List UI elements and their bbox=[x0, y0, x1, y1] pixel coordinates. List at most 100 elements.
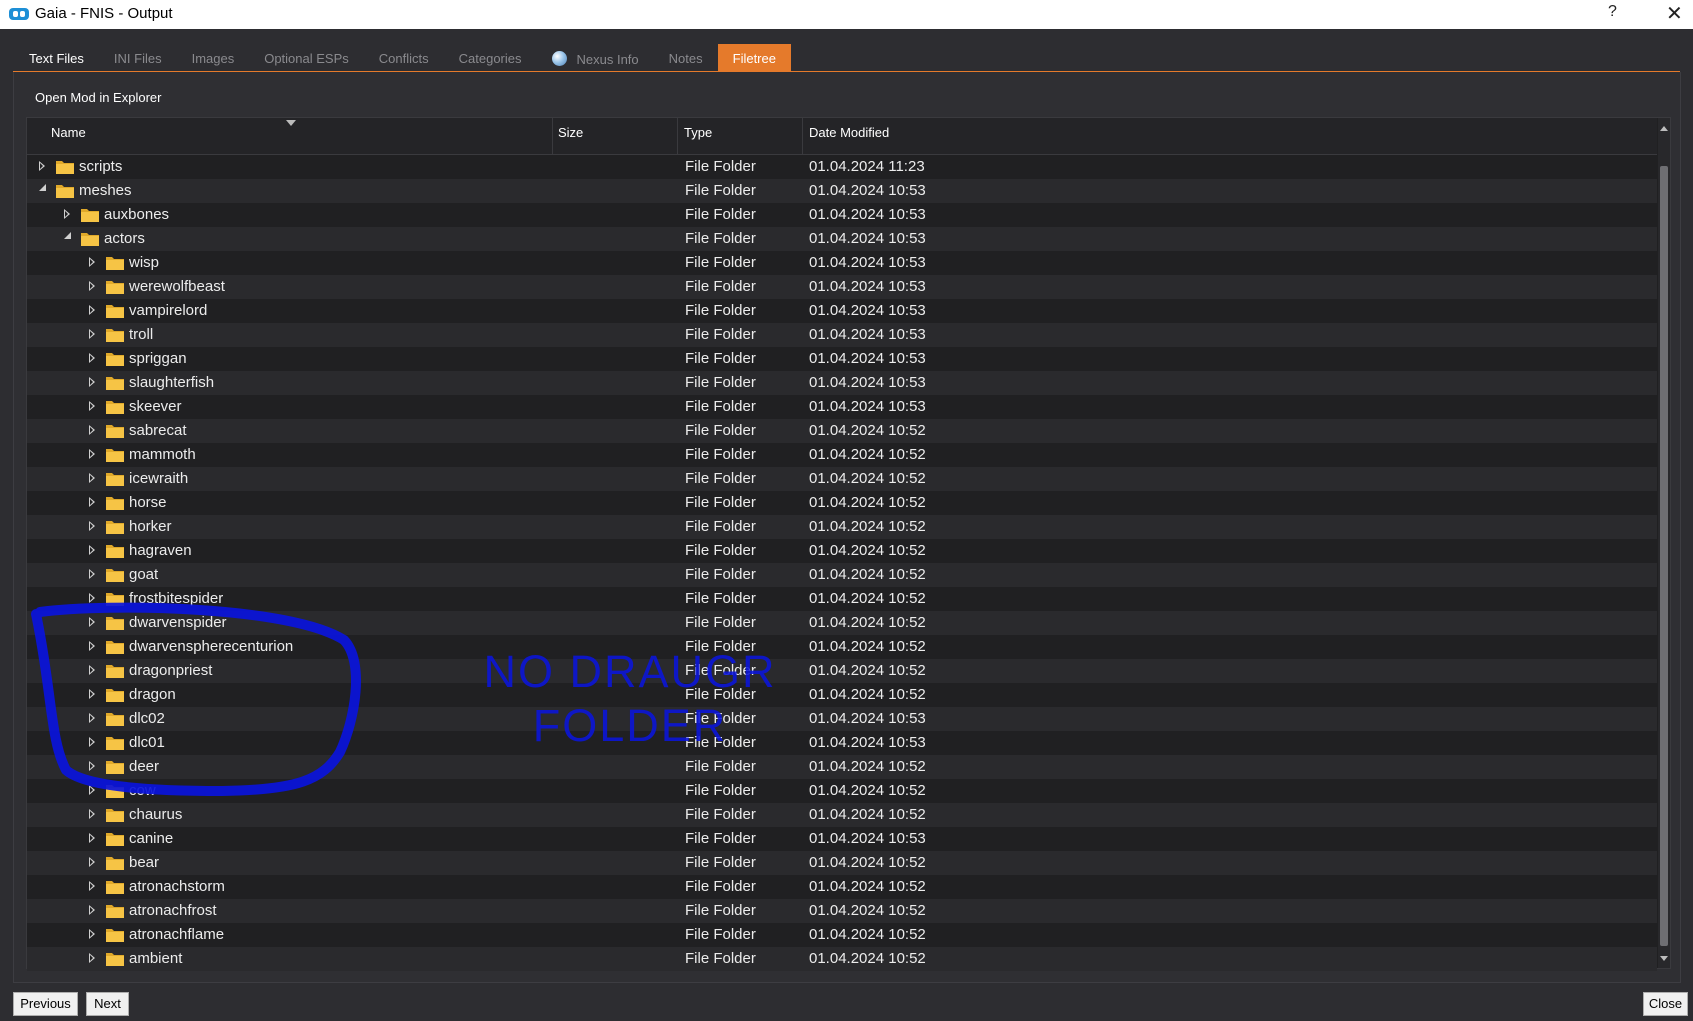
tree-row[interactable]: goat File Folder 01.04.2024 10:52 bbox=[27, 563, 1657, 587]
tree-row[interactable]: wisp File Folder 01.04.2024 10:53 bbox=[27, 251, 1657, 275]
open-mod-in-explorer-button[interactable]: Open Mod in Explorer bbox=[35, 90, 161, 105]
tree-row[interactable]: dwarvenspherecenturion File Folder 01.04.2… bbox=[27, 635, 1657, 659]
column-date-header[interactable]: Date Modified bbox=[803, 118, 1657, 154]
tree-row[interactable]: dragon File Folder 01.04.2024 10:52 bbox=[27, 683, 1657, 707]
expand-arrow-icon[interactable] bbox=[89, 353, 95, 363]
collapse-arrow-icon[interactable] bbox=[64, 232, 72, 240]
tree-row[interactable]: sabrecat File Folder 01.04.2024 10:52 bbox=[27, 419, 1657, 443]
expand-arrow-icon[interactable] bbox=[89, 833, 95, 843]
expand-arrow-icon[interactable] bbox=[89, 569, 95, 579]
next-button[interactable]: Next bbox=[86, 992, 129, 1016]
tree-row[interactable]: vampirelord File Folder 01.04.2024 10:53 bbox=[27, 299, 1657, 323]
close-button[interactable]: Close bbox=[1643, 992, 1688, 1016]
expand-arrow-icon[interactable] bbox=[89, 473, 95, 483]
expand-arrow-icon[interactable] bbox=[89, 497, 95, 507]
help-button[interactable]: ? bbox=[1608, 3, 1617, 21]
expand-arrow-icon[interactable] bbox=[89, 305, 95, 315]
tree-row[interactable]: atronachflame File Folder 01.04.2024 10:52 bbox=[27, 923, 1657, 947]
column-size-header[interactable]: Size bbox=[552, 118, 678, 154]
expand-arrow-icon[interactable] bbox=[89, 257, 95, 267]
tree-row[interactable]: troll File Folder 01.04.2024 10:53 bbox=[27, 323, 1657, 347]
tree-row[interactable]: spriggan File Folder 01.04.2024 10:53 bbox=[27, 347, 1657, 371]
tree-row[interactable]: atronachfrost File Folder 01.04.2024 10:52 bbox=[27, 899, 1657, 923]
row-date: 01.04.2024 10:52 bbox=[809, 590, 926, 607]
expand-arrow-icon[interactable] bbox=[89, 425, 95, 435]
row-name: ambient bbox=[129, 950, 183, 967]
expand-arrow-icon[interactable] bbox=[89, 785, 95, 795]
tree-row[interactable]: werewolfbeast File Folder 01.04.2024 10:53 bbox=[27, 275, 1657, 299]
expand-arrow-icon[interactable] bbox=[89, 713, 95, 723]
expand-arrow-icon[interactable] bbox=[89, 641, 95, 651]
expand-arrow-icon[interactable] bbox=[89, 281, 95, 291]
expand-arrow-icon[interactable] bbox=[89, 761, 95, 771]
expand-arrow-icon[interactable] bbox=[89, 929, 95, 939]
expand-arrow-icon[interactable] bbox=[89, 617, 95, 627]
column-type-header[interactable]: Type bbox=[678, 118, 803, 154]
tree-row[interactable]: icewraith File Folder 01.04.2024 10:52 bbox=[27, 467, 1657, 491]
tree-row[interactable]: dlc01 File Folder 01.04.2024 10:53 bbox=[27, 731, 1657, 755]
tree-row[interactable]: skeever File Folder 01.04.2024 10:53 bbox=[27, 395, 1657, 419]
expand-arrow-icon[interactable] bbox=[89, 905, 95, 915]
tree-row[interactable]: chaurus File Folder 01.04.2024 10:52 bbox=[27, 803, 1657, 827]
expand-arrow-icon[interactable] bbox=[89, 857, 95, 867]
expand-arrow-icon[interactable] bbox=[89, 593, 95, 603]
expand-arrow-icon[interactable] bbox=[89, 689, 95, 699]
tab-optional-esps[interactable]: Optional ESPs bbox=[249, 44, 364, 72]
scroll-thumb[interactable] bbox=[1660, 166, 1668, 946]
tree-row[interactable]: ambient File Folder 01.04.2024 10:52 bbox=[27, 947, 1657, 971]
tree-row[interactable]: actors File Folder 01.04.2024 10:53 bbox=[27, 227, 1657, 251]
tree-row[interactable]: mammoth File Folder 01.04.2024 10:52 bbox=[27, 443, 1657, 467]
row-type: File Folder bbox=[685, 638, 756, 655]
expand-arrow-icon[interactable] bbox=[89, 953, 95, 963]
row-type: File Folder bbox=[685, 614, 756, 631]
expand-arrow-icon[interactable] bbox=[89, 521, 95, 531]
tree-row[interactable]: auxbones File Folder 01.04.2024 10:53 bbox=[27, 203, 1657, 227]
tree-row[interactable]: dwarvenspider File Folder 01.04.2024 10:52 bbox=[27, 611, 1657, 635]
tree-row[interactable]: dragonpriest File Folder 01.04.2024 10:52 bbox=[27, 659, 1657, 683]
tree-row[interactable]: scripts File Folder 01.04.2024 11:23 bbox=[27, 155, 1657, 179]
tree-row[interactable]: horker File Folder 01.04.2024 10:52 bbox=[27, 515, 1657, 539]
column-name-header[interactable]: Name bbox=[27, 118, 553, 154]
tab-filetree[interactable]: Filetree bbox=[717, 44, 791, 72]
vertical-scrollbar[interactable] bbox=[1658, 118, 1670, 968]
tab-conflicts[interactable]: Conflicts bbox=[364, 44, 444, 72]
expand-arrow-icon[interactable] bbox=[89, 881, 95, 891]
expand-arrow-icon[interactable] bbox=[89, 401, 95, 411]
tab-nexus-info[interactable]: Nexus Info bbox=[537, 44, 654, 72]
expand-arrow-icon[interactable] bbox=[89, 329, 95, 339]
tree-row[interactable]: horse File Folder 01.04.2024 10:52 bbox=[27, 491, 1657, 515]
expand-arrow-icon[interactable] bbox=[89, 377, 95, 387]
tree-row[interactable]: atronachstorm File Folder 01.04.2024 10:52 bbox=[27, 875, 1657, 899]
expand-arrow-icon[interactable] bbox=[89, 737, 95, 747]
scroll-up-icon[interactable] bbox=[1660, 126, 1668, 131]
tab-categories[interactable]: Categories bbox=[444, 44, 537, 72]
file-tree-view[interactable]: Name Size Type Date Modified scripts File… bbox=[26, 117, 1671, 971]
scroll-down-icon[interactable] bbox=[1660, 956, 1668, 961]
tree-row[interactable]: canine File Folder 01.04.2024 10:53 bbox=[27, 827, 1657, 851]
close-window-icon[interactable]: ✕ bbox=[1666, 1, 1683, 26]
folder-icon bbox=[106, 881, 124, 894]
tree-row[interactable]: slaughterfish File Folder 01.04.2024 10:53 bbox=[27, 371, 1657, 395]
tab-images[interactable]: Images bbox=[177, 44, 250, 72]
tree-row[interactable]: bear File Folder 01.04.2024 10:52 bbox=[27, 851, 1657, 875]
tree-row[interactable]: meshes File Folder 01.04.2024 10:53 bbox=[27, 179, 1657, 203]
tree-row[interactable]: deer File Folder 01.04.2024 10:52 bbox=[27, 755, 1657, 779]
row-type: File Folder bbox=[685, 374, 756, 391]
tree-row[interactable]: cow File Folder 01.04.2024 10:52 bbox=[27, 779, 1657, 803]
previous-button[interactable]: Previous bbox=[13, 992, 78, 1016]
expand-arrow-icon[interactable] bbox=[89, 809, 95, 819]
folder-icon bbox=[106, 353, 124, 366]
tree-row[interactable]: frostbitespider File Folder 01.04.2024 10:… bbox=[27, 587, 1657, 611]
expand-arrow-icon[interactable] bbox=[89, 665, 95, 675]
tab-ini-files[interactable]: INI Files bbox=[99, 44, 177, 72]
row-date: 01.04.2024 10:52 bbox=[809, 782, 926, 799]
expand-arrow-icon[interactable] bbox=[39, 161, 45, 171]
tree-row[interactable]: dlc02 File Folder 01.04.2024 10:53 bbox=[27, 707, 1657, 731]
tab-notes[interactable]: Notes bbox=[654, 44, 718, 72]
expand-arrow-icon[interactable] bbox=[64, 209, 70, 219]
tab-text-files[interactable]: Text Files bbox=[13, 44, 99, 72]
expand-arrow-icon[interactable] bbox=[89, 449, 95, 459]
tree-row[interactable]: hagraven File Folder 01.04.2024 10:52 bbox=[27, 539, 1657, 563]
collapse-arrow-icon[interactable] bbox=[39, 184, 47, 192]
expand-arrow-icon[interactable] bbox=[89, 545, 95, 555]
